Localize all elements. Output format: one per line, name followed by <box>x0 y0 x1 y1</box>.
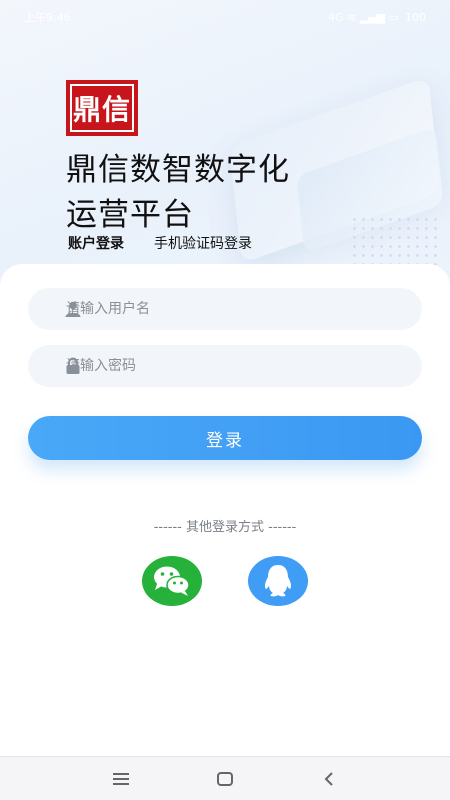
password-field[interactable] <box>28 345 422 387</box>
back-nav-button[interactable] <box>317 767 341 791</box>
brand-logo: 鼎信 <box>66 80 138 136</box>
login-tabs: 账户登录 手机验证码登录 <box>68 233 252 253</box>
status-indicators: 4G ≋ ▂▄▆ ▭ 100 <box>328 11 426 24</box>
username-field[interactable] <box>28 288 422 330</box>
wechat-login-button[interactable] <box>142 556 202 606</box>
title-line-1: 鼎信数智数字化 <box>66 152 290 188</box>
login-card <box>0 264 450 756</box>
back-icon <box>324 771 333 786</box>
username-input[interactable] <box>66 301 356 317</box>
other-login-label: ------ 其他登录方式 ------ <box>153 520 297 535</box>
status-time: 上午9:46 <box>24 11 71 24</box>
logo-text: 鼎信 <box>72 93 131 126</box>
menu-icon <box>113 772 129 785</box>
network-indicators: 4G ≋ ▂▄▆ ▭ <box>327 10 399 24</box>
home-nav-button[interactable] <box>213 767 237 791</box>
wechat-icon <box>154 566 190 596</box>
menu-nav-button[interactable] <box>109 767 133 791</box>
lock-icon <box>66 357 80 374</box>
password-input[interactable] <box>66 358 356 374</box>
status-bar: 上午9:46 4G ≋ ▂▄▆ ▭ 100 <box>0 0 450 34</box>
title-line-2: 运营平台 <box>66 197 194 233</box>
login-button[interactable]: 登录 <box>28 416 422 460</box>
page-title: 鼎信数智数字化 运营平台 <box>66 148 366 238</box>
tab-account-login[interactable]: 账户登录 <box>68 233 124 253</box>
user-icon <box>65 301 81 317</box>
home-icon <box>217 771 233 786</box>
qq-login-button[interactable] <box>248 556 308 606</box>
brand-logo-seal: 鼎信 <box>70 84 134 132</box>
battery-level: 100 <box>405 10 426 24</box>
system-navigation-bar <box>0 756 450 800</box>
qq-icon <box>264 565 292 597</box>
tab-phone-login[interactable]: 手机验证码登录 <box>154 233 252 253</box>
